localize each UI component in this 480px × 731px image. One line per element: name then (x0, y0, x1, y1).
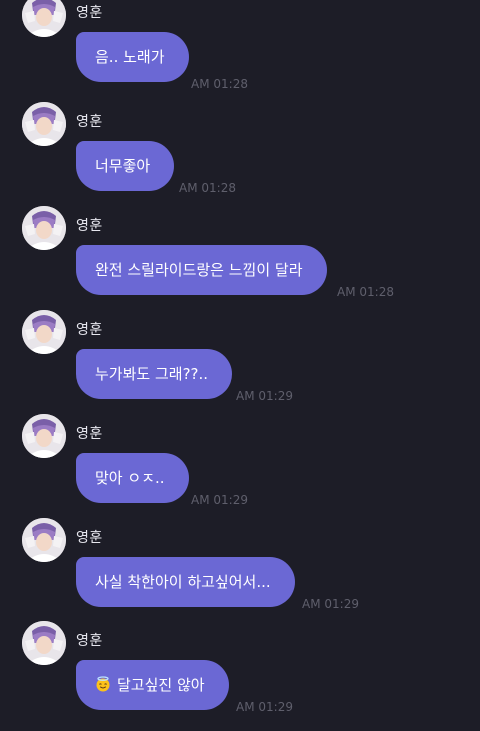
sender-name: 영훈 (76, 218, 103, 234)
message-group: 영훈 음.. 노래가 AM 01:28 (0, 0, 480, 97)
message-bubble[interactable]: 완전 스릴라이드랑은 느낌이 달라 (76, 245, 327, 295)
sender-name: 영훈 (76, 114, 103, 130)
avatar[interactable] (22, 102, 66, 146)
avatar[interactable] (22, 0, 66, 37)
message-group: 영훈 맞아 ㅇㅈ.. AM 01:29 (0, 414, 480, 518)
message-text: 음.. 노래가 (95, 48, 165, 66)
message-bubble[interactable]: 누가봐도 그래??.. (76, 349, 233, 399)
avatar[interactable] (22, 414, 66, 458)
message-group: 영훈 사실 착한아이 하고싶어서... AM 01:29 (0, 518, 480, 622)
message-text: 사실 착한아이 하고싶어서... (95, 573, 271, 591)
smiling-face-with-halo-icon (95, 662, 111, 692)
sender-name: 영훈 (76, 5, 103, 21)
message-group: 영훈 달고싶진 않아 AM 01:29 (0, 621, 480, 725)
message-group: 영훈 너무좋아 AM 01:28 (0, 102, 480, 206)
message-time: AM 01:29 (302, 597, 359, 611)
message-text: 맞아 ㅇㅈ.. (95, 469, 165, 487)
message-text: 너무좋아 (95, 157, 151, 175)
message-group: 영훈 완전 스릴라이드랑은 느낌이 달라 AM 01:28 (0, 206, 480, 310)
sender-name: 영훈 (76, 322, 103, 338)
message-text: 완전 스릴라이드랑은 느낌이 달라 (95, 261, 303, 279)
avatar[interactable] (22, 621, 66, 665)
sender-name: 영훈 (76, 633, 103, 649)
message-text: 누가봐도 그래??.. (95, 365, 209, 383)
message-bubble[interactable]: 음.. 노래가 (76, 32, 189, 82)
sender-name: 영훈 (76, 426, 103, 442)
avatar[interactable] (22, 310, 66, 354)
message-group: 영훈 누가봐도 그래??.. AM 01:29 (0, 310, 480, 414)
message-time: AM 01:29 (236, 700, 293, 714)
message-time: AM 01:28 (179, 181, 236, 195)
message-bubble[interactable]: 맞아 ㅇㅈ.. (76, 453, 189, 503)
message-time: AM 01:29 (236, 389, 293, 403)
avatar[interactable] (22, 206, 66, 250)
message-time: AM 01:28 (337, 285, 394, 299)
message-bubble[interactable]: 사실 착한아이 하고싶어서... (76, 557, 295, 607)
message-time: AM 01:29 (191, 493, 248, 507)
message-time: AM 01:28 (191, 77, 248, 91)
message-bubble[interactable]: 너무좋아 (76, 141, 175, 191)
message-bubble[interactable]: 달고싶진 않아 (76, 660, 229, 710)
message-text: 달고싶진 않아 (117, 676, 205, 694)
sender-name: 영훈 (76, 530, 103, 546)
avatar[interactable] (22, 518, 66, 562)
